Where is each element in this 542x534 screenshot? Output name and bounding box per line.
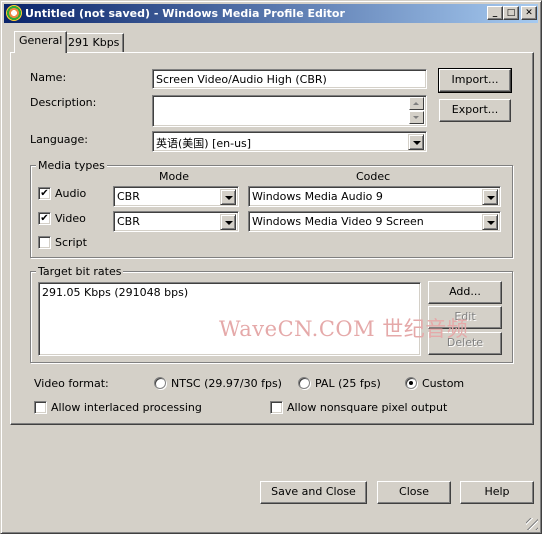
language-value: 英语(美国) [en-us] bbox=[156, 137, 252, 150]
watermark-text: WaveCN.COM 世纪音频 bbox=[219, 317, 469, 341]
chevron-down-icon[interactable] bbox=[220, 189, 236, 205]
save-and-close-button[interactable]: Save and Close bbox=[260, 481, 367, 504]
media-types-title: Media types bbox=[36, 159, 107, 172]
pal-radio[interactable] bbox=[298, 377, 310, 389]
target-bit-rates-title: Target bit rates bbox=[36, 265, 124, 278]
description-scroll-down[interactable] bbox=[409, 111, 424, 124]
app-icon[interactable] bbox=[6, 5, 22, 21]
close-button[interactable]: Close bbox=[377, 481, 451, 504]
window-title: Untitled (not saved) - Windows Media Pro… bbox=[25, 7, 345, 20]
language-label: Language: bbox=[30, 133, 88, 146]
add-bitrate-button[interactable]: Add... bbox=[428, 281, 502, 304]
name-label: Name: bbox=[30, 71, 67, 84]
script-checkbox[interactable] bbox=[38, 236, 51, 249]
audio-codec-value: Windows Media Audio 9 bbox=[252, 190, 383, 203]
video-mode-dropdown[interactable]: CBR bbox=[113, 211, 239, 232]
help-label: Help bbox=[484, 485, 510, 498]
audio-checkbox[interactable]: ✔ bbox=[38, 187, 51, 200]
name-value: Screen Video/Audio High (CBR) bbox=[156, 73, 327, 86]
video-checkbox[interactable]: ✔ bbox=[38, 212, 51, 225]
ntsc-label: NTSC (29.97/30 fps) bbox=[171, 377, 282, 390]
title-bar[interactable]: Untitled (not saved) - Windows Media Pro… bbox=[4, 4, 538, 23]
import-label: Import... bbox=[451, 73, 499, 86]
name-field[interactable]: Screen Video/Audio High (CBR) bbox=[152, 69, 427, 89]
export-button[interactable]: Export... bbox=[439, 99, 511, 122]
audio-mode-value: CBR bbox=[117, 190, 140, 203]
resize-grip-icon[interactable] bbox=[526, 518, 538, 530]
language-dropdown[interactable]: 英语(美国) [en-us] bbox=[152, 131, 427, 152]
audio-mode-dropdown[interactable]: CBR bbox=[113, 186, 239, 207]
video-mode-value: CBR bbox=[117, 215, 140, 228]
add-label: Add... bbox=[449, 285, 481, 298]
audio-label: Audio bbox=[55, 187, 87, 200]
tab-291-kbps[interactable]: 291 Kbps bbox=[63, 33, 125, 53]
nonsquare-checkbox[interactable] bbox=[270, 401, 283, 414]
profile-editor-window: Untitled (not saved) - Windows Media Pro… bbox=[0, 0, 542, 534]
chevron-down-icon[interactable] bbox=[482, 189, 498, 205]
help-button[interactable]: Help bbox=[460, 481, 534, 504]
nonsquare-label: Allow nonsquare pixel output bbox=[287, 401, 448, 414]
import-button[interactable]: Import... bbox=[438, 68, 512, 93]
list-item[interactable]: 291.05 Kbps (291048 bps) bbox=[42, 286, 188, 299]
codec-header: Codec bbox=[356, 170, 391, 183]
maximize-button[interactable]: □ bbox=[503, 6, 519, 20]
script-label: Script bbox=[55, 236, 87, 249]
custom-label: Custom bbox=[422, 377, 465, 390]
description-scroll-up[interactable] bbox=[409, 97, 424, 110]
chevron-down-icon[interactable] bbox=[220, 214, 236, 230]
minimize-button[interactable]: _ bbox=[487, 6, 503, 20]
video-codec-dropdown[interactable]: Windows Media Video 9 Screen bbox=[248, 211, 501, 232]
export-label: Export... bbox=[451, 103, 499, 116]
close-label: Close bbox=[399, 485, 429, 498]
description-field[interactable] bbox=[152, 95, 427, 127]
tab-general[interactable]: General bbox=[14, 31, 68, 53]
mode-header: Mode bbox=[159, 170, 189, 183]
video-codec-value: Windows Media Video 9 Screen bbox=[252, 215, 424, 228]
description-label: Description: bbox=[30, 96, 97, 109]
close-window-button[interactable]: ✕ bbox=[521, 6, 537, 20]
video-label: Video bbox=[55, 212, 86, 225]
audio-codec-dropdown[interactable]: Windows Media Audio 9 bbox=[248, 186, 501, 207]
video-format-label: Video format: bbox=[34, 377, 109, 390]
custom-radio[interactable] bbox=[405, 377, 417, 389]
save-and-close-label: Save and Close bbox=[271, 485, 356, 498]
chevron-down-icon[interactable] bbox=[482, 214, 498, 230]
pal-label: PAL (25 fps) bbox=[315, 377, 381, 390]
interlaced-checkbox[interactable] bbox=[34, 401, 47, 414]
interlaced-label: Allow interlaced processing bbox=[51, 401, 202, 414]
chevron-down-icon[interactable] bbox=[408, 134, 424, 150]
ntsc-radio[interactable] bbox=[154, 377, 166, 389]
